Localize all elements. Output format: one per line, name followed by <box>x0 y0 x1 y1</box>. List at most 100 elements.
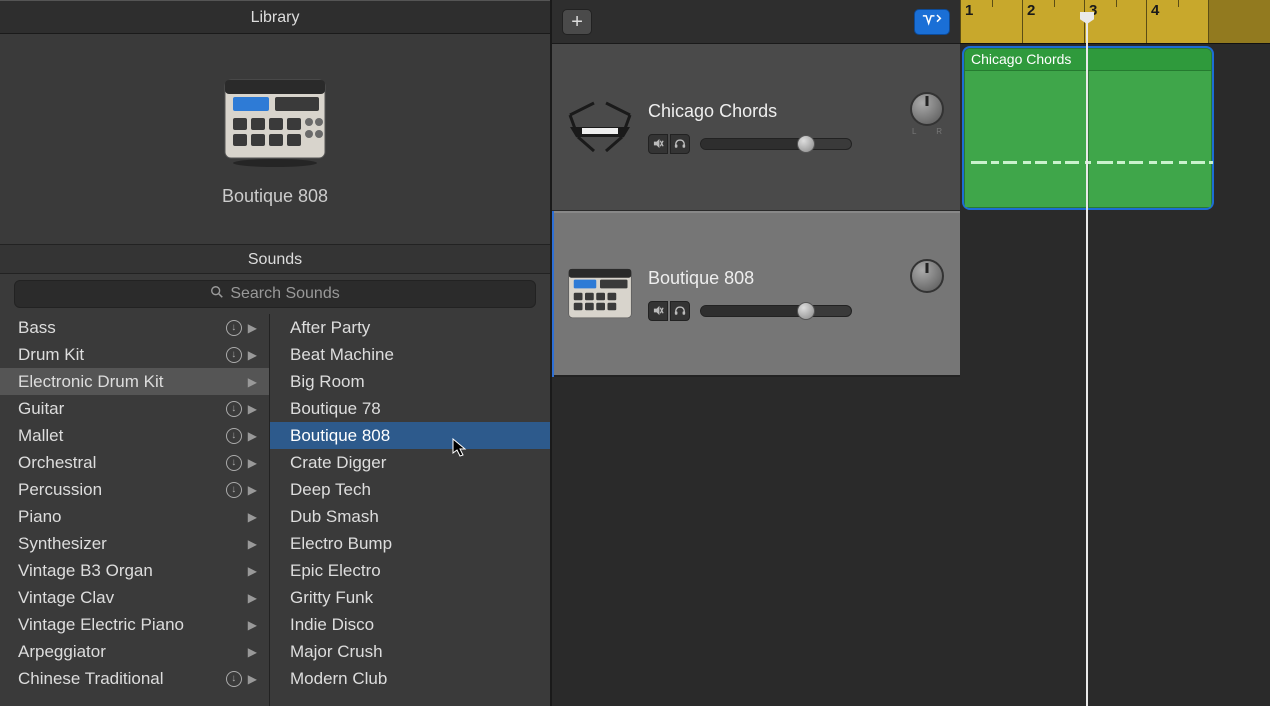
sound-item[interactable]: Gritty Funk <box>270 584 550 611</box>
search-input[interactable]: Search Sounds <box>14 280 536 308</box>
download-icon[interactable]: ↓ <box>226 455 242 471</box>
category-label: Arpeggiator <box>18 642 248 662</box>
filter-icon <box>922 13 942 30</box>
category-column: Bass↓▶Drum Kit↓▶Electronic Drum Kit▶Guit… <box>0 314 270 706</box>
category-item[interactable]: Chinese Traditional↓▶ <box>0 665 269 692</box>
ruler-bar[interactable]: 4 <box>1146 0 1208 43</box>
add-track-button[interactable]: + <box>562 9 592 35</box>
category-label: Orchestral <box>18 453 226 473</box>
sound-label: Beat Machine <box>290 345 538 365</box>
chevron-right-icon: ▶ <box>248 618 257 632</box>
download-icon[interactable]: ↓ <box>226 320 242 336</box>
category-item[interactable]: Orchestral↓ ▶ <box>0 449 269 476</box>
chevron-right-icon: ▶ <box>248 564 257 578</box>
category-label: Drum Kit <box>18 345 226 365</box>
download-icon[interactable]: ↓ <box>226 401 242 417</box>
category-label: Electronic Drum Kit <box>18 372 248 392</box>
category-item[interactable]: Drum Kit↓▶ <box>0 341 269 368</box>
chevron-right-icon: ▶ <box>248 429 257 443</box>
category-item[interactable]: Vintage Electric Piano▶ <box>0 611 269 638</box>
sound-item[interactable]: Electro Bump <box>270 530 550 557</box>
track-filter-button[interactable] <box>914 9 950 35</box>
download-icon[interactable]: ↓ <box>226 482 242 498</box>
solo-headphones-button[interactable] <box>670 134 690 154</box>
sound-label: Deep Tech <box>290 480 538 500</box>
sound-label: Dub Smash <box>290 507 538 527</box>
tracks-panel: + Chicago ChordsLRBoutique 808LR <box>552 0 960 706</box>
library-panel: Library <box>0 0 552 706</box>
sound-label: Gritty Funk <box>290 588 538 608</box>
mute-button[interactable] <box>648 301 668 321</box>
sound-item[interactable]: Deep Tech <box>270 476 550 503</box>
sound-item[interactable]: Beat Machine <box>270 341 550 368</box>
category-label: Vintage Electric Piano <box>18 615 248 635</box>
category-item[interactable]: Percussion↓▶ <box>0 476 269 503</box>
track-row[interactable]: Boutique 808LR <box>552 211 960 378</box>
track-row[interactable]: Chicago ChordsLR <box>552 44 960 211</box>
category-label: Bass <box>18 318 226 338</box>
category-label: Synthesizer <box>18 534 248 554</box>
category-label: Chinese Traditional <box>18 669 226 689</box>
category-item[interactable]: Mallet↓▶ <box>0 422 269 449</box>
volume-slider[interactable] <box>700 138 852 150</box>
region-label: Chicago Chords <box>965 49 1211 71</box>
sound-label: Electro Bump <box>290 534 538 554</box>
sound-preview-image <box>221 72 329 168</box>
sound-item[interactable]: Indie Disco <box>270 611 550 638</box>
category-item[interactable]: Piano▶ <box>0 503 269 530</box>
track-name: Chicago Chords <box>648 101 948 122</box>
timeline-ruler[interactable]: 1234 <box>960 0 1270 44</box>
download-icon[interactable]: ↓ <box>226 428 242 444</box>
sounds-header: Sounds <box>0 244 550 274</box>
category-item[interactable]: Arpeggiator▶ <box>0 638 269 665</box>
tracks-body: Chicago ChordsLRBoutique 808LR <box>552 44 960 378</box>
category-label: Piano <box>18 507 248 527</box>
sound-item[interactable]: Modern Club <box>270 665 550 692</box>
chevron-right-icon: ▶ <box>248 537 257 551</box>
category-item[interactable]: Guitar↓▶ <box>0 395 269 422</box>
category-label: Vintage B3 Organ <box>18 561 248 581</box>
library-preview: Boutique 808 <box>0 34 550 244</box>
sound-label: After Party <box>290 318 538 338</box>
pan-knob[interactable]: LR <box>910 259 944 293</box>
download-icon[interactable]: ↓ <box>226 347 242 363</box>
sound-item[interactable]: After Party <box>270 314 550 341</box>
ruler-bar[interactable]: 2 <box>1022 0 1084 43</box>
sound-label: Major Crush <box>290 642 538 662</box>
search-icon <box>210 285 224 303</box>
timeline-panel: 1234 Chicago Chords <box>960 0 1270 706</box>
category-item[interactable]: Vintage Clav▶ <box>0 584 269 611</box>
sound-item[interactable]: Dub Smash <box>270 503 550 530</box>
sound-label: Boutique 808 <box>290 426 538 446</box>
volume-slider[interactable] <box>700 305 852 317</box>
solo-headphones-button[interactable] <box>670 301 690 321</box>
ruler-bar[interactable]: 1 <box>960 0 1022 43</box>
category-item[interactable]: Bass↓▶ <box>0 314 269 341</box>
track-name: Boutique 808 <box>648 268 948 289</box>
category-item[interactable]: Electronic Drum Kit▶ <box>0 368 269 395</box>
mute-button[interactable] <box>648 134 668 154</box>
chevron-right-icon: ▶ <box>248 645 257 659</box>
sound-label: Epic Electro <box>290 561 538 581</box>
search-placeholder: Search Sounds <box>230 285 339 303</box>
chevron-right-icon: ▶ <box>248 456 257 470</box>
chevron-right-icon: ▶ <box>248 591 257 605</box>
timeline-body[interactable]: Chicago Chords <box>960 44 1270 706</box>
sound-item[interactable]: Epic Electro <box>270 557 550 584</box>
ruler-bar[interactable]: 3 <box>1084 0 1146 43</box>
midi-region[interactable]: Chicago Chords <box>964 48 1212 208</box>
playhead[interactable] <box>1086 22 1088 706</box>
track-thumbnail <box>564 97 636 157</box>
sound-label: Modern Club <box>290 669 538 689</box>
sound-item[interactable]: Boutique 808 <box>270 422 550 449</box>
pan-knob[interactable]: LR <box>910 92 944 126</box>
category-item[interactable]: Synthesizer▶ <box>0 530 269 557</box>
download-icon[interactable]: ↓ <box>226 671 242 687</box>
sound-item[interactable]: Big Room <box>270 368 550 395</box>
sound-label: Indie Disco <box>290 615 538 635</box>
category-item[interactable]: Vintage B3 Organ▶ <box>0 557 269 584</box>
sound-column: After PartyBeat MachineBig RoomBoutique … <box>270 314 550 706</box>
sound-item[interactable]: Crate Digger <box>270 449 550 476</box>
sound-item[interactable]: Major Crush <box>270 638 550 665</box>
sound-item[interactable]: Boutique 78 <box>270 395 550 422</box>
